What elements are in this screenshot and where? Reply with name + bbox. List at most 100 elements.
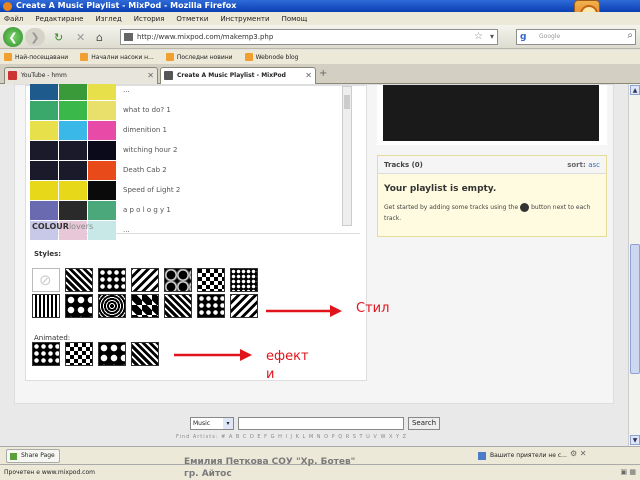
palette-scrollbar[interactable] xyxy=(342,86,352,226)
style-tile[interactable] xyxy=(197,268,225,292)
mixpod-page: ... what to do? 1 dimenition 1 witching hou… xyxy=(14,84,614,404)
music-player[interactable] xyxy=(383,85,599,141)
home-icon[interactable]: ⌂ xyxy=(96,28,103,46)
url-bar[interactable]: http://www.mixpod.com/makemp3.php ☆ ▾ xyxy=(120,29,498,45)
style-tile[interactable] xyxy=(164,294,192,318)
addon-icons: ⚙ ✕ xyxy=(570,449,586,458)
palette-swatch xyxy=(59,180,87,200)
palette-list: ... what to do? 1 dimenition 1 witching hou… xyxy=(30,84,360,240)
style-tile[interactable] xyxy=(197,294,225,318)
palette-row[interactable]: ... xyxy=(30,84,130,100)
tracks-header: Tracks (0) sort: asc xyxy=(378,156,606,174)
colourlovers-suffix: lovers xyxy=(68,222,94,231)
google-icon[interactable]: g xyxy=(520,32,530,42)
close-icon[interactable]: ✕ xyxy=(580,449,587,458)
tab-label: YouTube - hmm xyxy=(21,72,67,79)
bookmark-label: Начални насоки н... xyxy=(91,53,154,61)
scroll-thumb[interactable] xyxy=(630,244,640,374)
palette-name: Death Cab 2 xyxy=(123,166,167,174)
palette-row[interactable]: Death Cab 2 xyxy=(30,160,167,180)
style-tile[interactable] xyxy=(65,268,93,292)
window-titlebar: Create A Music Playlist - MixPod - Mozil… xyxy=(0,0,640,12)
status-text: Прочетен е www.mixpod.com xyxy=(4,469,95,476)
close-tab-icon[interactable]: ✕ xyxy=(305,68,312,83)
network-icon[interactable]: ⚙ xyxy=(570,449,577,458)
style-tile[interactable] xyxy=(32,294,60,318)
palette-swatch xyxy=(59,84,87,100)
tab-mixpod[interactable]: Create A Music Playlist - MixPod ✕ xyxy=(160,67,316,84)
bookmark-item[interactable]: Последни новини xyxy=(165,53,233,61)
new-tab-button[interactable]: + xyxy=(319,68,327,79)
reload-icon[interactable]: ↻ xyxy=(54,28,63,46)
back-button[interactable]: ❮ xyxy=(3,27,23,47)
palette-name: Speed of Light 2 xyxy=(123,186,181,194)
animated-effect-tile[interactable] xyxy=(65,342,93,366)
style-tile[interactable] xyxy=(98,294,126,318)
navigation-toolbar: ❮ ❯ ↻ ✕ ⌂ http://www.mixpod.com/makemp3.… xyxy=(0,25,640,49)
palette-name: what to do? 1 xyxy=(123,106,171,114)
mixpod-favicon-icon xyxy=(164,71,173,80)
palette-row[interactable]: Speed of Light 2 xyxy=(30,180,180,200)
palette-row[interactable]: dimenition 1 xyxy=(30,120,167,140)
bookmark-item[interactable]: Начални насоки н... xyxy=(80,53,154,61)
palette-row[interactable]: a p o l o g y 1 xyxy=(30,200,171,220)
bookmark-item[interactable]: Най-посещавани xyxy=(4,53,68,61)
style-tile[interactable] xyxy=(65,294,93,318)
tab-youtube[interactable]: YouTube - hmm ✕ xyxy=(4,67,158,84)
bookmark-star-icon[interactable]: ☆ xyxy=(474,30,483,44)
tab-bar: YouTube - hmm ✕ Create A Music Playlist … xyxy=(0,64,640,84)
bookmark-icon xyxy=(80,53,89,61)
style-none-tile[interactable] xyxy=(32,268,60,292)
scroll-up-icon[interactable]: ▲ xyxy=(630,85,640,95)
share-page-button[interactable]: Share Page xyxy=(6,449,60,463)
style-tile[interactable] xyxy=(131,294,159,318)
animated-effect-tile[interactable] xyxy=(98,342,126,366)
tab-label: Create A Music Playlist - MixPod xyxy=(177,72,286,79)
menu-help[interactable]: Помощ xyxy=(282,15,308,23)
palette-swatch xyxy=(30,200,58,220)
colourlovers-logo[interactable]: COLOURlovers xyxy=(32,222,93,231)
palette-name: ... xyxy=(123,86,130,94)
bookmark-item[interactable]: Webnode blog xyxy=(244,53,299,61)
menu-bookmarks[interactable]: Отметки xyxy=(176,15,208,23)
menu-tools[interactable]: Инструменти xyxy=(220,15,269,23)
style-tile[interactable] xyxy=(230,294,258,318)
menu-file[interactable]: Файл xyxy=(4,15,23,23)
page-content: ... what to do? 1 dimenition 1 witching hou… xyxy=(0,84,628,446)
animated-effect-tile[interactable] xyxy=(32,342,60,366)
style-tile[interactable] xyxy=(131,268,159,292)
player-panel xyxy=(377,85,607,145)
search-button[interactable]: Search xyxy=(408,416,440,430)
palette-swatch xyxy=(59,140,87,160)
url-dropdown-icon[interactable]: ▾ xyxy=(490,30,494,44)
close-tab-icon[interactable]: ✕ xyxy=(147,68,154,83)
styles-label: Styles: xyxy=(34,250,62,258)
animated-label: Animated: xyxy=(34,334,71,342)
search-type-select[interactable]: Music ▾ xyxy=(190,416,234,430)
palette-swatch xyxy=(30,180,58,200)
palette-swatch xyxy=(88,180,116,200)
palette-row[interactable]: what to do? 1 xyxy=(30,100,171,120)
forward-button[interactable]: ❯ xyxy=(25,28,45,46)
menu-edit[interactable]: Редактиране xyxy=(35,15,83,23)
sort-asc-link[interactable]: asc xyxy=(588,161,600,169)
scroll-down-icon[interactable]: ▼ xyxy=(630,435,640,445)
magnifier-icon[interactable]: ⌕ xyxy=(627,29,633,43)
style-tile[interactable] xyxy=(230,268,258,292)
palette-row[interactable]: witching hour 2 xyxy=(30,140,177,160)
stop-icon[interactable]: ✕ xyxy=(76,28,85,46)
empty-playlist-title: Your playlist is empty. xyxy=(384,184,497,194)
palette-name: ... xyxy=(123,226,130,234)
status-icons: ▣ ▦ xyxy=(620,468,636,476)
style-tile[interactable] xyxy=(98,268,126,292)
artist-alphabet[interactable]: Find Artists: # A B C D E F G H I J K L … xyxy=(176,434,407,440)
menu-view[interactable]: Изглед xyxy=(95,15,121,23)
tracks-panel: Tracks (0) sort: asc Your playlist is em… xyxy=(377,155,607,237)
search-field[interactable]: g Google ⌕ xyxy=(516,29,636,45)
menu-history[interactable]: История xyxy=(134,15,165,23)
sort-label: sort: xyxy=(567,161,586,169)
animated-effect-tile[interactable] xyxy=(131,342,159,366)
page-scrollbar[interactable]: ▲ ▼ xyxy=(628,84,640,446)
music-search-input[interactable] xyxy=(238,416,404,430)
style-tile[interactable] xyxy=(164,268,192,292)
